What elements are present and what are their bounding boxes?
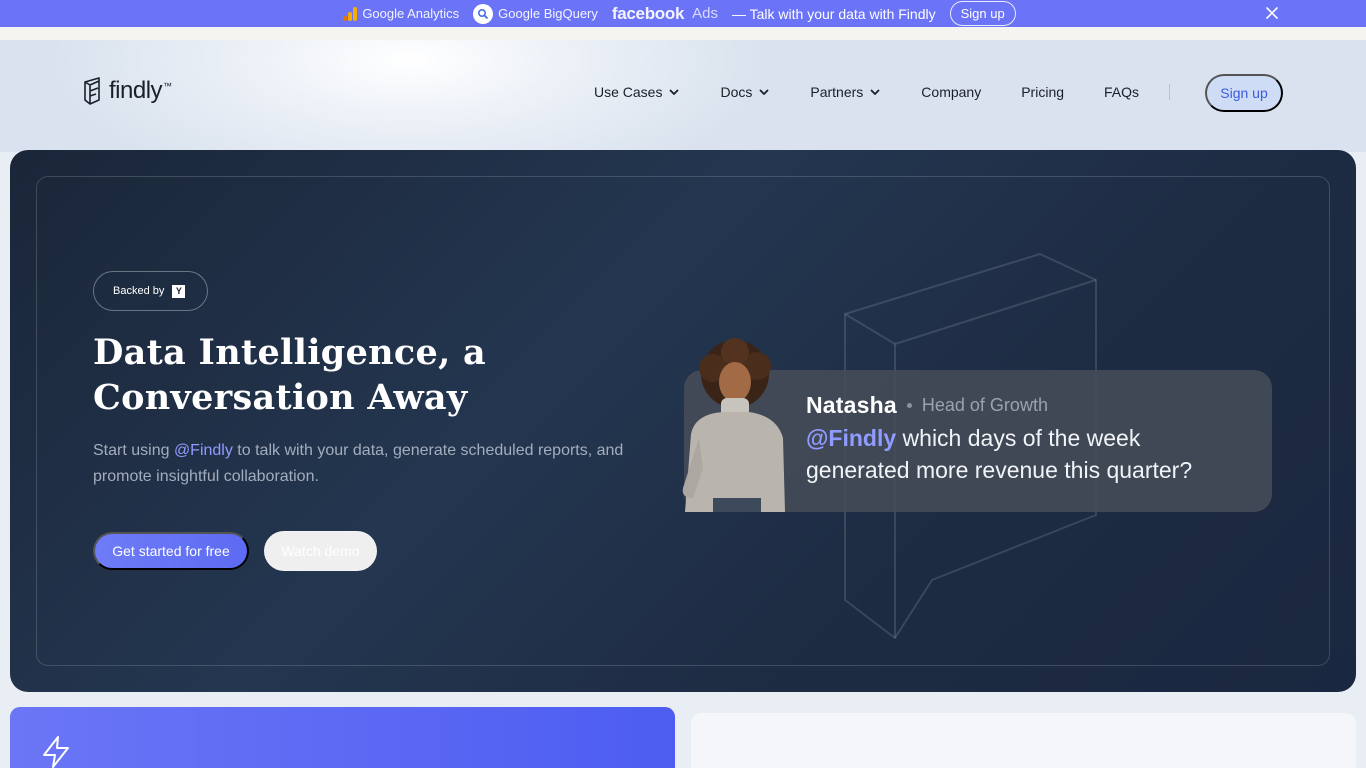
- announcement-bar: Google Analytics Google BigQuery faceboo…: [0, 0, 1366, 27]
- logo-text: findly™: [109, 77, 172, 104]
- google-analytics-brand: Google Analytics: [343, 6, 459, 21]
- lightning-icon: [43, 736, 69, 768]
- announcement-signup-button[interactable]: Sign up: [949, 1, 1016, 26]
- facebook-ads-label: Ads: [692, 5, 718, 22]
- nav-faqs[interactable]: FAQs: [1104, 84, 1139, 100]
- facebook-ads-brand: facebook Ads: [612, 4, 718, 24]
- nav-divider: [1169, 84, 1171, 100]
- feature-card-secondary: [691, 713, 1356, 768]
- chat-author: Natasha Head of Growth: [806, 392, 1048, 419]
- google-analytics-label: Google Analytics: [362, 6, 460, 21]
- site-header: findly™ Use Cases Docs Partners Company …: [0, 40, 1366, 152]
- bigquery-icon: [473, 3, 494, 24]
- findly-logo[interactable]: findly™: [82, 76, 172, 106]
- chevron-down-icon: [670, 89, 679, 95]
- nav-docs[interactable]: Docs: [720, 84, 770, 100]
- close-icon[interactable]: [1264, 5, 1280, 21]
- hero-section: Backed by Y Data Intelligence, a Convers…: [10, 150, 1356, 692]
- google-bigquery-label: Google BigQuery: [498, 6, 598, 21]
- avatar: [673, 338, 785, 512]
- findly-mention: @Findly: [173, 442, 233, 459]
- feature-card-primary: [10, 707, 675, 768]
- findly-logo-icon: [84, 77, 100, 105]
- nav-use-cases[interactable]: Use Cases: [594, 84, 680, 100]
- main-nav: Use Cases Docs Partners Company Pricing …: [594, 80, 1200, 104]
- chevron-down-icon: [759, 89, 769, 95]
- divider-strip: [0, 27, 1366, 40]
- google-bigquery-brand: Google BigQuery: [473, 3, 598, 24]
- get-started-button[interactable]: Get started for free: [93, 532, 249, 570]
- chat-author-name: Natasha: [806, 392, 897, 418]
- watch-demo-button[interactable]: Watch demo: [264, 531, 377, 571]
- facebook-wordmark: facebook: [611, 3, 685, 23]
- google-analytics-icon: [343, 6, 358, 21]
- nav-company[interactable]: Company: [921, 84, 981, 100]
- chat-message-text: @Findly which days of the week generated…: [806, 425, 1193, 483]
- backed-by-badge: Backed by Y: [93, 271, 208, 311]
- announcement-text: — Talk with your data with Findly: [731, 5, 936, 22]
- y-combinator-logo: Y: [172, 284, 186, 298]
- nav-pricing[interactable]: Pricing: [1021, 84, 1064, 100]
- separator-dot: [906, 403, 912, 408]
- nav-partners[interactable]: Partners: [810, 84, 881, 100]
- hero-title: Data Intelligence, a Conversation Away: [93, 332, 487, 418]
- hero-subtitle: Start using @Findly to talk with your da…: [93, 442, 624, 485]
- signup-button[interactable]: Sign up: [1205, 74, 1283, 112]
- findly-mention: @Findly: [806, 425, 897, 451]
- chat-author-role: Head of Growth: [921, 395, 1048, 415]
- chevron-down-icon: [870, 89, 880, 95]
- backed-by-label: Backed by: [113, 285, 165, 297]
